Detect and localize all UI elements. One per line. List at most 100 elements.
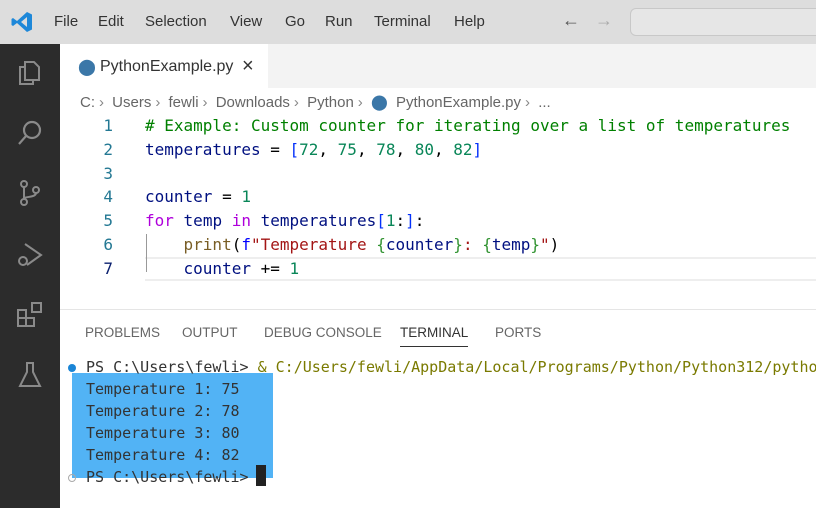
code-token: += bbox=[250, 258, 290, 278]
code-editor[interactable]: 1 # Example: Custom counter for iterating… bbox=[60, 114, 816, 281]
code-line[interactable]: 2 temperatures = [72, 75, 78, 80, 82] bbox=[60, 138, 816, 162]
chevron-right-icon: › bbox=[293, 94, 299, 111]
command-pending-dot-icon bbox=[68, 474, 76, 482]
code-line[interactable]: 6 print(f"Temperature {counter}: {temp}"… bbox=[60, 233, 816, 257]
menu-selection[interactable]: Selection bbox=[145, 13, 207, 30]
code-line[interactable]: 3 bbox=[60, 162, 816, 186]
close-icon[interactable]: × bbox=[242, 55, 254, 78]
code-token: : bbox=[395, 211, 406, 231]
tab-terminal[interactable]: TERMINAL bbox=[400, 325, 469, 347]
back-arrow-icon[interactable]: ← bbox=[562, 10, 580, 31]
search-icon[interactable] bbox=[15, 118, 45, 148]
breadcrumb: C: › Users › fewli › Downloads › Python › ⬤ P… bbox=[80, 93, 555, 111]
code-token: f bbox=[241, 234, 251, 254]
run-debug-icon[interactable] bbox=[15, 240, 45, 270]
python-file-icon: ⬤ bbox=[370, 94, 388, 111]
code-text: print(f"Temperature {counter}: {temp}") bbox=[145, 233, 560, 257]
code-token: [ bbox=[376, 211, 386, 231]
terminal-output-line: Temperature 3: 80 bbox=[86, 424, 240, 442]
code-line[interactable]: 1 # Example: Custom counter for iterating… bbox=[60, 114, 816, 138]
code-token: ) bbox=[549, 234, 560, 254]
tab-label: PythonExample.py bbox=[100, 58, 234, 75]
code-token: 78 bbox=[376, 139, 396, 159]
breadcrumb-item[interactable]: C: bbox=[80, 94, 95, 111]
code-token: for bbox=[145, 211, 174, 231]
code-token: 72 bbox=[299, 139, 319, 159]
line-number: 2 bbox=[103, 139, 113, 159]
code-text: for temp in temperatures[1:]: bbox=[145, 209, 424, 233]
breadcrumb-item[interactable]: fewli bbox=[169, 94, 199, 111]
code-token: 82 bbox=[453, 139, 473, 159]
forward-arrow-icon[interactable]: → bbox=[595, 10, 613, 31]
editor-tab-bar: ⬤ PythonExample.py × bbox=[60, 44, 816, 88]
code-token: { bbox=[482, 234, 492, 254]
code-token: temperatures bbox=[145, 139, 261, 159]
source-control-icon[interactable] bbox=[15, 178, 45, 208]
terminal-output-line: Temperature 2: 78 bbox=[86, 402, 240, 420]
line-number: 3 bbox=[103, 163, 113, 183]
code-token: } bbox=[530, 234, 541, 254]
code-token: counter bbox=[385, 234, 454, 254]
terminal-output-line: Temperature 4: 82 bbox=[86, 446, 240, 464]
code-token: counter bbox=[145, 187, 213, 207]
code-token: ] bbox=[472, 139, 483, 159]
menu-view[interactable]: View bbox=[230, 13, 262, 30]
command-success-dot-icon bbox=[68, 364, 76, 372]
breadcrumb-item[interactable]: ... bbox=[538, 94, 551, 111]
code-text: counter = 1 bbox=[145, 185, 251, 209]
code-token: , bbox=[356, 139, 377, 159]
tab-debug-console[interactable]: DEBUG CONSOLE bbox=[264, 325, 382, 340]
menu-terminal[interactable]: Terminal bbox=[374, 13, 431, 30]
line-number: 4 bbox=[103, 187, 113, 207]
code-line[interactable]: 7 counter += 1 bbox=[60, 257, 816, 281]
code-token: = bbox=[260, 139, 290, 159]
menu-file[interactable]: File bbox=[54, 13, 78, 30]
code-token: counter bbox=[183, 258, 251, 278]
breadcrumb-item[interactable]: Downloads bbox=[216, 94, 290, 111]
code-token: # Example: Custom counter for iterating … bbox=[145, 116, 791, 135]
tab-python-example[interactable]: ⬤ PythonExample.py × bbox=[60, 44, 268, 88]
code-token: in bbox=[231, 211, 251, 231]
code-token: temp bbox=[183, 211, 223, 231]
explorer-icon[interactable] bbox=[15, 58, 45, 88]
menu-edit[interactable]: Edit bbox=[98, 13, 124, 30]
code-text: # Example: Custom counter for iterating … bbox=[145, 114, 790, 138]
code-token: [ bbox=[289, 139, 300, 159]
code-token: { bbox=[376, 234, 386, 254]
code-token: ( bbox=[231, 234, 242, 254]
breadcrumb-item[interactable]: Python bbox=[307, 94, 354, 111]
code-token: : bbox=[462, 234, 483, 254]
line-number: 7 bbox=[103, 258, 113, 278]
code-token: } bbox=[453, 234, 463, 254]
code-token: , bbox=[318, 139, 338, 159]
terminal-cursor bbox=[256, 465, 266, 486]
code-token: , bbox=[395, 139, 415, 159]
code-token: print bbox=[183, 234, 232, 254]
tab-problems[interactable]: PROBLEMS bbox=[85, 325, 160, 340]
breadcrumb-item[interactable]: Users bbox=[112, 94, 151, 111]
code-text: counter += 1 bbox=[145, 257, 300, 281]
tab-output[interactable]: OUTPUT bbox=[182, 325, 238, 340]
tab-ports[interactable]: PORTS bbox=[495, 325, 541, 340]
code-line[interactable]: 4 counter = 1 bbox=[60, 185, 816, 209]
bottom-panel: PROBLEMS OUTPUT DEBUG CONSOLE TERMINAL P… bbox=[60, 309, 816, 508]
code-text: temperatures = [72, 75, 78, 80, 82] bbox=[145, 138, 482, 162]
code-token: : bbox=[414, 211, 425, 231]
terminal-output-line: Temperature 1: 75 bbox=[86, 380, 240, 398]
code-token: 1 bbox=[385, 211, 396, 231]
menu-help[interactable]: Help bbox=[454, 13, 485, 30]
code-token: 1 bbox=[241, 187, 251, 207]
testing-icon[interactable] bbox=[15, 360, 45, 390]
command-center-search[interactable] bbox=[630, 8, 816, 36]
chevron-right-icon: › bbox=[202, 94, 208, 111]
code-line[interactable]: 5 for temp in temperatures[1:]: bbox=[60, 209, 816, 233]
menu-go[interactable]: Go bbox=[285, 13, 305, 30]
chevron-right-icon: › bbox=[155, 94, 161, 111]
terminal-prompt: PS C:\Users\fewli> bbox=[86, 468, 258, 486]
menu-run[interactable]: Run bbox=[325, 13, 353, 30]
extensions-icon[interactable] bbox=[15, 300, 45, 330]
chevron-right-icon: › bbox=[525, 94, 531, 111]
breadcrumb-item[interactable]: PythonExample.py bbox=[396, 94, 521, 111]
